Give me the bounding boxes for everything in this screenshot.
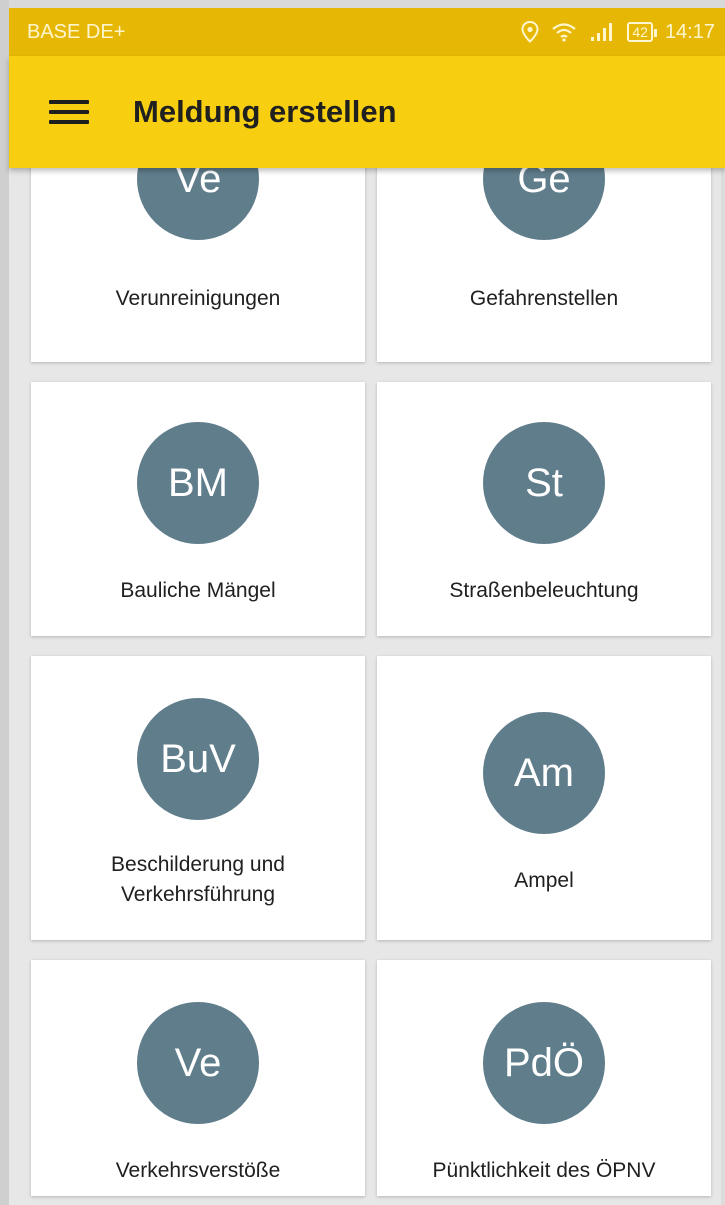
category-card-strassenbeleuchtung[interactable]: St Straßenbeleuchtung <box>377 382 711 636</box>
page-title: Meldung erstellen <box>133 94 397 129</box>
category-label: Beschilderung und Verkehrsführung <box>31 850 365 910</box>
device-frame <box>0 0 9 1205</box>
category-avatar: PdÖ <box>483 1002 605 1124</box>
category-card-gefahrenstellen[interactable]: Ge Gefahrenstellen <box>377 168 711 362</box>
category-card-bauliche-maengel[interactable]: BM Bauliche Mängel <box>31 382 365 636</box>
category-label: Verunreinigungen <box>115 287 281 310</box>
category-avatar: BuV <box>137 698 259 820</box>
category-avatar: BM <box>137 422 259 544</box>
category-avatar: Ge <box>483 168 605 240</box>
status-icons: 42 14:17 <box>521 21 715 44</box>
wifi-icon <box>551 22 577 42</box>
category-avatar: Am <box>483 712 605 834</box>
battery-icon: 42 <box>627 22 657 42</box>
category-label: Bauliche Mängel <box>120 579 276 602</box>
category-label-line1: Beschilderung und <box>111 853 285 876</box>
category-card-verunreinigungen[interactable]: Ve Verunreinigungen <box>31 168 365 362</box>
hamburger-menu-icon[interactable] <box>29 72 109 152</box>
carrier-label: BASE DE+ <box>27 20 126 43</box>
category-label: Gefahrenstellen <box>469 287 619 310</box>
category-card-puenktlichkeit-oepnv[interactable]: PdÖ Pünktlichkeit des ÖPNV <box>377 960 711 1196</box>
category-grid[interactable]: Ve Verunreinigungen Ge Gefahrenstellen B… <box>9 168 725 1205</box>
status-bar: BASE DE+ 42 14:17 <box>9 8 725 56</box>
category-card-ampel[interactable]: Am Ampel <box>377 656 711 940</box>
device-frame-right <box>721 168 725 1205</box>
category-avatar: St <box>483 422 605 544</box>
app-toolbar: Meldung erstellen <box>9 56 725 168</box>
location-icon <box>521 21 539 43</box>
category-card-beschilderung[interactable]: BuV Beschilderung und Verkehrsführung <box>31 656 365 940</box>
category-card-verkehrsverstoesse[interactable]: Ve Verkehrsverstöße <box>31 960 365 1196</box>
category-label: Straßenbeleuchtung <box>449 579 639 602</box>
category-avatar: Ve <box>137 1002 259 1124</box>
category-label: Ampel <box>514 869 574 892</box>
signal-icon <box>589 22 615 42</box>
category-label: Verkehrsverstöße <box>115 1159 281 1182</box>
category-label-line2: Verkehrsführung <box>120 883 276 906</box>
category-avatar: Ve <box>137 168 259 240</box>
category-label: Pünktlichkeit des ÖPNV <box>432 1159 656 1182</box>
clock: 14:17 <box>664 20 715 43</box>
